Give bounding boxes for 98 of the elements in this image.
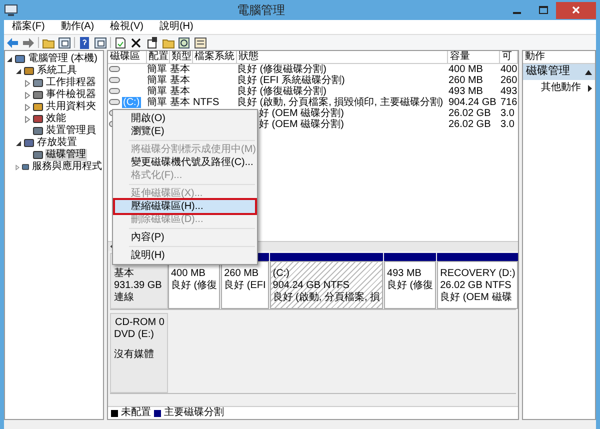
column-header[interactable]: 可 bbox=[500, 51, 518, 63]
partition-info: 493 MB bbox=[387, 268, 422, 280]
menu-item[interactable]: 檔案(F) bbox=[10, 21, 47, 33]
disk-info: 連線 bbox=[114, 292, 135, 304]
submenu-arrow-icon bbox=[588, 84, 592, 92]
document-icon[interactable] bbox=[114, 36, 127, 48]
partition-info: (C:) bbox=[272, 268, 290, 280]
table-cell: 260 MB bbox=[448, 74, 483, 86]
partition-info: RECOVERY (D:) bbox=[440, 268, 516, 280]
menu-item[interactable]: 壓縮磁碟區(H)... bbox=[115, 200, 255, 213]
column-header[interactable]: 容量 bbox=[448, 51, 500, 63]
table-cell: 良好 (修復磁碟分割) bbox=[237, 64, 326, 74]
partition-info: 良好 (OEM 磁碟 bbox=[440, 292, 513, 304]
expand-arrow-icon[interactable] bbox=[6, 56, 13, 62]
tree-item[interactable]: 存放裝置 bbox=[36, 137, 78, 149]
drive-icon bbox=[109, 88, 120, 94]
column-header[interactable]: 磁碟區 bbox=[108, 51, 146, 63]
table-cell: 基本 bbox=[170, 86, 190, 96]
close-button[interactable] bbox=[556, 2, 596, 18]
tree-item[interactable]: 事件檢視器 bbox=[45, 89, 97, 101]
tree-item[interactable]: 裝置管理員 bbox=[45, 125, 97, 137]
table-cell: 26.02 GB bbox=[448, 118, 491, 130]
menu-item[interactable]: 開啟(O) bbox=[115, 112, 255, 125]
table-cell: 260 bbox=[500, 74, 518, 86]
maximize-icon bbox=[538, 6, 548, 14]
table-cell-text: 好 (OEM 磁碟分割) bbox=[258, 108, 344, 118]
pane-icon[interactable] bbox=[94, 36, 107, 48]
table-cell: 基本 bbox=[170, 96, 190, 108]
column-header[interactable]: 狀態 bbox=[236, 51, 448, 63]
column-header[interactable]: 類型 bbox=[169, 51, 192, 63]
disk-info: 沒有媒體 bbox=[114, 349, 155, 361]
table-cell-text: 好 (OEM 磁碟分割) bbox=[258, 118, 344, 130]
table-cell: NTFS bbox=[193, 96, 220, 108]
document-icon[interactable] bbox=[146, 36, 159, 48]
expand-arrow-icon[interactable] bbox=[15, 140, 22, 146]
column-header[interactable]: 檔案系統 bbox=[192, 51, 236, 63]
menu-item[interactable]: 說明(H) bbox=[157, 21, 196, 33]
magnifier-icon[interactable] bbox=[178, 36, 191, 48]
partition-info: 良好 (修復 bbox=[387, 280, 434, 292]
partition-info: 良好 (啟動, 分頁檔案, 損 bbox=[272, 292, 380, 304]
help-icon[interactable] bbox=[78, 36, 91, 48]
tree-item[interactable]: 系統工具 bbox=[36, 65, 78, 77]
computer-icon bbox=[4, 4, 18, 16]
disk-info: DVD (E:) bbox=[114, 329, 155, 341]
table-cell: 493 bbox=[500, 86, 518, 96]
table-cell: 400 MB bbox=[448, 64, 483, 74]
partition-info: 260 MB bbox=[224, 268, 260, 280]
drive-icon bbox=[109, 77, 120, 83]
partition-info: 400 MB bbox=[171, 268, 206, 280]
drive-icon bbox=[109, 66, 120, 72]
x-icon[interactable] bbox=[130, 36, 143, 48]
table-cell: 3.0 bbox=[500, 108, 514, 118]
tree-item[interactable]: 工作排程器 bbox=[45, 77, 97, 89]
column-header[interactable]: 配置 bbox=[146, 51, 169, 63]
section-header[interactable]: 磁碟管理 bbox=[523, 64, 595, 80]
disk-info: 基本 bbox=[114, 268, 135, 280]
action-label: 其他動作 bbox=[541, 82, 582, 94]
table-cell: 簡單 bbox=[147, 86, 167, 96]
partition-info: 良好 (EFI bbox=[224, 280, 266, 292]
pane-icon[interactable] bbox=[58, 36, 71, 48]
table-cell: 400 bbox=[500, 64, 518, 74]
table-cell: 904.24 GB bbox=[448, 96, 496, 108]
menu-item[interactable]: 變更磁碟機代號及路徑(C)... bbox=[115, 156, 255, 169]
table-cell: 簡單 bbox=[147, 74, 167, 86]
expand-arrow-icon[interactable] bbox=[15, 68, 22, 74]
disk-info: 931.39 GB bbox=[114, 280, 163, 292]
close-icon bbox=[572, 6, 580, 14]
table-cell: 26.02 GB bbox=[448, 108, 491, 118]
partition-info: 904.24 GB NTFS bbox=[272, 280, 350, 292]
tree-item[interactable]: 效能 bbox=[45, 113, 67, 125]
table-cell: 基本 bbox=[170, 64, 190, 74]
menu-item[interactable]: 檢視(V) bbox=[108, 21, 146, 33]
checklist-icon[interactable] bbox=[194, 36, 207, 48]
window-title: 電腦管理 bbox=[236, 2, 286, 18]
back-arrow-icon[interactable] bbox=[6, 36, 19, 48]
forward-arrow-icon[interactable] bbox=[22, 36, 35, 48]
table-cell: 3.0 bbox=[500, 118, 514, 130]
tree-item[interactable]: 磁碟管理 bbox=[45, 149, 87, 161]
drive-icon bbox=[109, 99, 120, 105]
menu-item[interactable]: 動作(A) bbox=[58, 21, 96, 33]
action-item[interactable]: 其他動作 bbox=[523, 80, 595, 94]
table-cell: 493 MB bbox=[448, 86, 483, 96]
legend-label: 主要磁碟分割 bbox=[164, 407, 224, 419]
partition-info: 良好 (修復 bbox=[171, 280, 218, 292]
disk-name: CD-ROM 0 bbox=[115, 317, 164, 329]
table-cell: 簡單 bbox=[147, 96, 167, 108]
table-cell: 716 bbox=[500, 96, 518, 108]
partition-info: 26.02 GB NTFS bbox=[440, 280, 512, 292]
table-cell: 簡單 bbox=[147, 64, 167, 74]
menu-item[interactable]: 瀏覽(E) bbox=[115, 125, 255, 138]
legend-label: 未配置 bbox=[121, 407, 151, 419]
menu-item[interactable]: 內容(P) bbox=[115, 231, 255, 244]
tree-item[interactable]: 服務與應用程式 bbox=[31, 161, 103, 173]
tree-item[interactable]: 共用資料夾 bbox=[45, 101, 97, 113]
section-title: 磁碟管理 bbox=[526, 65, 571, 79]
tree-item[interactable]: 電腦管理 (本機) bbox=[27, 53, 98, 65]
collapse-arrow-icon bbox=[585, 70, 592, 74]
table-cell: 基本 bbox=[170, 74, 190, 86]
